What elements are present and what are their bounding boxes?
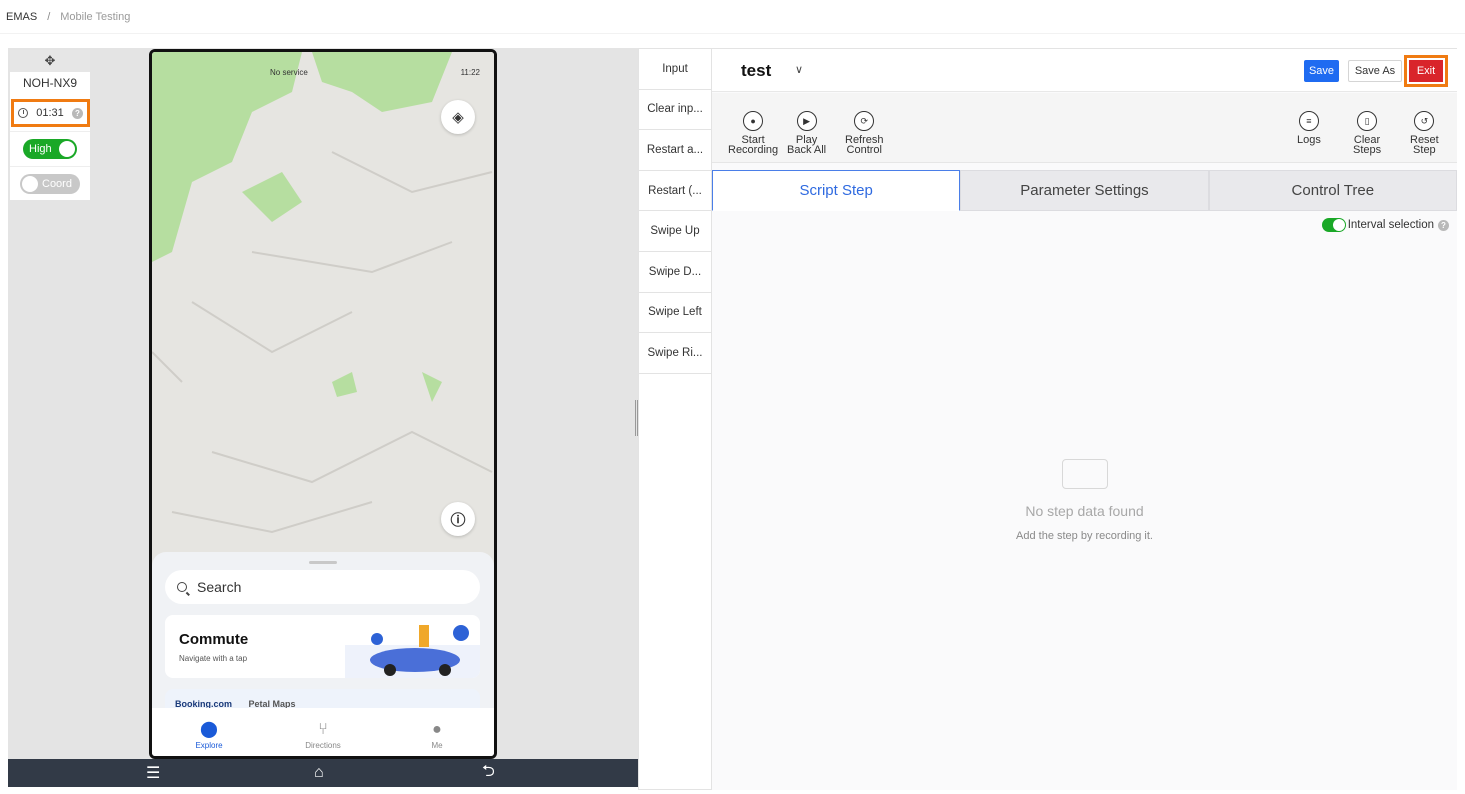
alert-icon[interactable]: ⓘ	[441, 502, 475, 536]
timer-value: 01:31	[36, 107, 64, 119]
interval-toggle[interactable]	[1321, 218, 1346, 232]
commute-title: Commute	[179, 631, 249, 648]
exit-highlight: Exit	[1404, 55, 1448, 87]
toggle-knob	[22, 175, 38, 192]
status-carrier: No service	[270, 68, 308, 77]
action-restart-app[interactable]: Restart a...	[639, 130, 711, 171]
search-icon	[177, 582, 187, 592]
status-time: 11:22	[460, 68, 480, 77]
layers-icon[interactable]: ◈	[441, 100, 475, 134]
quality-toggle[interactable]: High	[23, 138, 77, 159]
record-icon: ●	[743, 111, 764, 131]
status-bar: No service 11:22	[270, 68, 480, 77]
quality-label: High	[29, 142, 52, 155]
empty-title: No step data found	[1025, 503, 1144, 519]
coord-toggle-row: Coord	[10, 166, 90, 200]
script-panel: test ∨ Save Save As Exit ● Start Recordi…	[712, 48, 1457, 790]
chevron-down-icon[interactable]: ∨	[795, 63, 803, 76]
start-recording-label-2: Recording	[728, 144, 779, 156]
action-swipe-left[interactable]: Swipe Left	[639, 293, 711, 334]
exit-button[interactable]: Exit	[1409, 60, 1443, 82]
map-view[interactable]: No service 11:22 ◈ ⓘ	[152, 52, 494, 572]
tab-directions[interactable]: ⑂ Directions	[266, 708, 380, 756]
location-pin-icon: ⬤	[200, 721, 218, 738]
quality-toggle-row: High	[10, 131, 90, 165]
action-swipe-up[interactable]: Swipe Up	[639, 211, 711, 252]
script-header: test ∨ Save Save As Exit	[712, 49, 1457, 92]
coord-label: Coord	[42, 177, 72, 190]
commute-card[interactable]: Commute Navigate with a tap	[165, 615, 480, 678]
tab-me[interactable]: ● Me	[380, 708, 494, 756]
reset-step-label-2: Step	[1413, 144, 1436, 156]
breadcrumb-root[interactable]: EMAS	[6, 11, 37, 23]
toggle-knob	[59, 140, 75, 157]
tab-directions-label: Directions	[305, 741, 341, 750]
action-swipe-down[interactable]: Swipe D...	[639, 252, 711, 293]
logs-icon: ≡	[1298, 111, 1319, 131]
trash-icon: ▯	[1357, 111, 1378, 131]
save-as-button[interactable]: Save As	[1348, 60, 1402, 82]
phone-screen[interactable]: No service 11:22 ◈ ⓘ Search Commute Navi…	[149, 49, 497, 759]
android-nav-bar: ☰ ⌂ ⮌	[8, 759, 638, 787]
start-recording-button[interactable]: ● Start Recording	[728, 111, 779, 156]
interval-selection: Interval selection ?	[1321, 218, 1449, 232]
avatar-icon: ●	[432, 721, 442, 738]
terrain-map	[152, 52, 494, 572]
empty-state: No step data found Add the step by recor…	[712, 459, 1457, 542]
session-timer: 01:31 ?	[11, 99, 90, 127]
save-button[interactable]: Save	[1304, 60, 1339, 82]
menu-icon[interactable]: ☰	[146, 763, 160, 783]
help-icon[interactable]: ?	[1438, 219, 1449, 231]
breadcrumb-current: Mobile Testing	[60, 10, 131, 23]
help-icon[interactable]: ?	[72, 107, 83, 119]
search-placeholder: Search	[197, 579, 242, 595]
tab-me-label: Me	[431, 741, 443, 750]
play-back-label-2: Back All	[787, 144, 827, 156]
action-input[interactable]: Input	[639, 49, 711, 90]
phone-tab-bar: ⬤ Explore ⑂ Directions ● Me	[152, 708, 494, 756]
back-icon[interactable]: ⮌	[482, 760, 495, 787]
recording-toolbar: ● Start Recording ▶ Play Back All ⟳ Refr…	[712, 93, 1457, 163]
panel-tabs: Script Step Parameter Settings Control T…	[712, 170, 1457, 211]
interval-label: Interval selection	[1347, 219, 1434, 231]
tab-script-step[interactable]: Script Step	[712, 170, 961, 211]
breadcrumb: EMAS / Mobile Testing	[0, 0, 1465, 34]
directions-icon: ⑂	[318, 721, 328, 738]
undo-icon: ↺	[1414, 111, 1435, 131]
commute-illustration	[345, 625, 480, 678]
clear-steps-label-2: Steps	[1353, 144, 1382, 156]
clear-steps-button[interactable]: ▯ Clear Steps	[1353, 111, 1382, 156]
clock-icon	[18, 108, 28, 118]
refresh-control-button[interactable]: ⟳ Refresh Control	[845, 111, 884, 156]
device-controls: ✥ NOH-NX9 01:31 ? High Coord	[10, 50, 90, 200]
bottom-sheet: Search Commute Navigate with a tap Booki…	[152, 552, 494, 719]
sheet-grabber[interactable]	[309, 561, 337, 564]
breadcrumb-separator: /	[47, 10, 51, 23]
action-restart-device[interactable]: Restart (...	[639, 171, 711, 212]
tab-explore-label: Explore	[195, 741, 223, 750]
home-icon[interactable]: ⌂	[314, 764, 324, 782]
reset-step-button[interactable]: ↺ Reset Step	[1410, 111, 1439, 156]
logs-label: Logs	[1297, 134, 1321, 146]
refresh-label-2: Control	[846, 144, 882, 156]
empty-subtitle: Add the step by recording it.	[1016, 530, 1153, 542]
script-name[interactable]: test	[741, 61, 771, 81]
action-clear-input[interactable]: Clear inp...	[639, 90, 711, 131]
move-handle-icon[interactable]: ✥	[10, 50, 90, 72]
empty-inbox-icon	[1061, 459, 1108, 489]
logs-button[interactable]: ≡ Logs	[1297, 111, 1321, 146]
tab-explore[interactable]: ⬤ Explore	[152, 708, 266, 756]
play-back-all-button[interactable]: ▶ Play Back All	[787, 111, 827, 156]
tab-control-tree[interactable]: Control Tree	[1208, 170, 1457, 211]
quick-actions: Input Clear inp... Restart a... Restart …	[638, 48, 712, 790]
action-swipe-right[interactable]: Swipe Ri...	[639, 333, 711, 374]
tab-parameter-settings[interactable]: Parameter Settings	[960, 170, 1209, 211]
refresh-icon: ⟳	[854, 111, 875, 131]
device-name: NOH-NX9	[22, 76, 77, 90]
commute-subtitle: Navigate with a tap	[179, 654, 248, 663]
coord-toggle[interactable]: Coord	[20, 173, 80, 194]
play-icon: ▶	[796, 111, 817, 131]
map-search-input[interactable]: Search	[165, 570, 480, 604]
